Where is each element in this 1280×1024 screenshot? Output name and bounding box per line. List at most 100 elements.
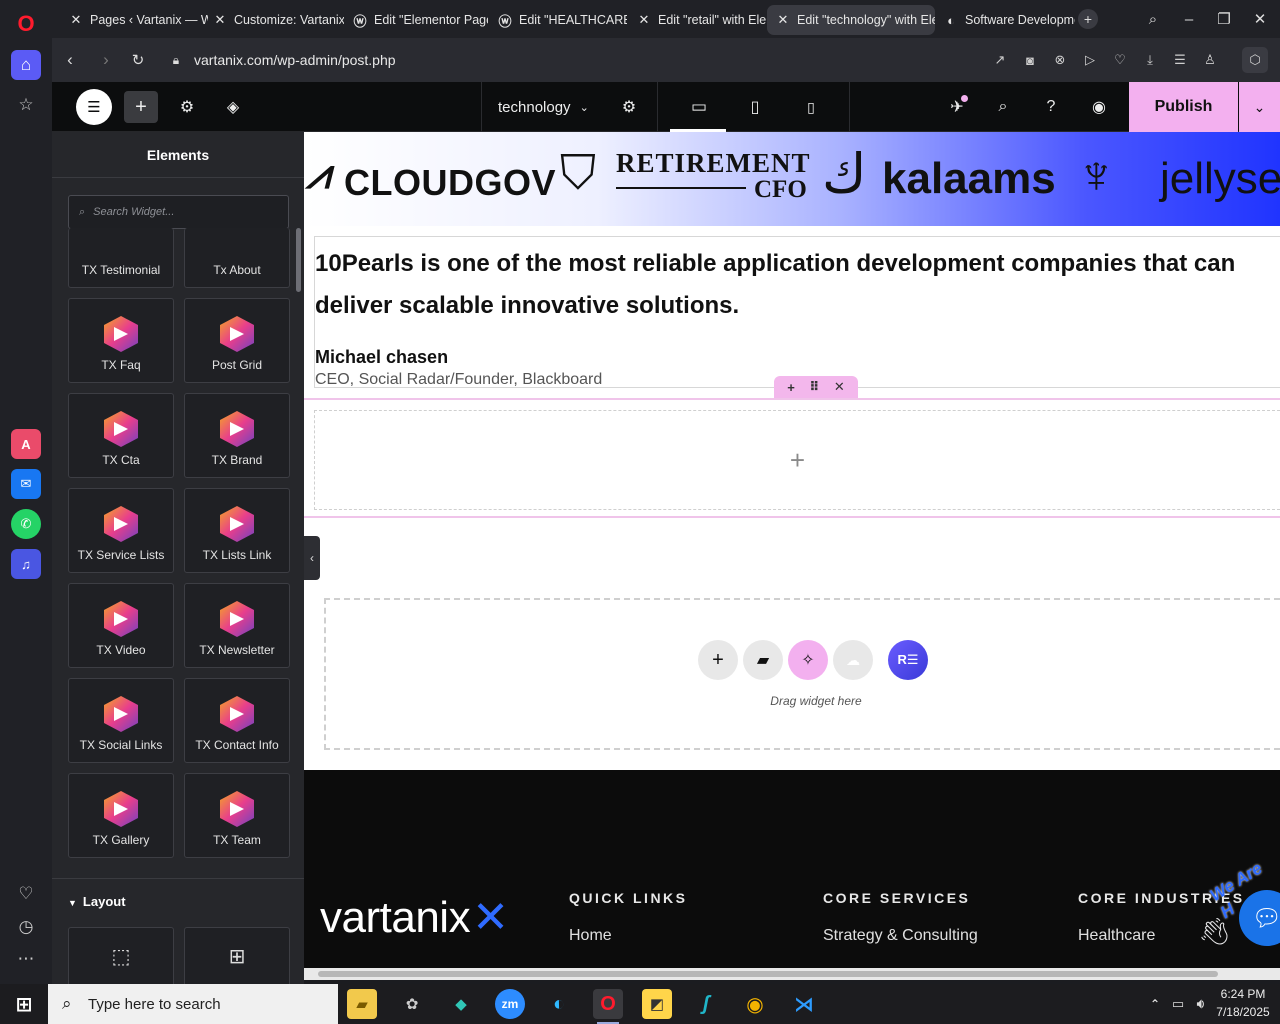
more-icon[interactable]: ⋯ bbox=[11, 944, 41, 974]
add-element-icon[interactable]: + bbox=[124, 91, 158, 123]
music-player-icon[interactable]: ♫ bbox=[11, 549, 41, 579]
file-explorer-icon[interactable]: ▰ bbox=[347, 989, 377, 1019]
tab-customize[interactable]: ✕ Customize: Vartanix | bbox=[204, 5, 344, 35]
testimonial-widget[interactable]: 10Pearls is one of the most reliable app… bbox=[314, 236, 1280, 388]
widget-tx-lists-link[interactable]: TX Lists Link bbox=[184, 488, 290, 573]
widget-tx-newsletter[interactable]: TX Newsletter bbox=[184, 583, 290, 668]
page-name-dropdown[interactable]: technology ⌄ bbox=[498, 91, 598, 123]
widget-search-input[interactable]: ⌕ Search Widget... bbox=[68, 195, 289, 229]
widget-tx-gallery[interactable]: TX Gallery bbox=[68, 773, 174, 858]
widget-grid[interactable]: ⊞ bbox=[184, 927, 290, 984]
cloud-templates-icon[interactable]: ☁ bbox=[833, 640, 873, 680]
taskbar-search-input[interactable]: ⌕ Type here to search bbox=[48, 984, 338, 1024]
chrome-icon[interactable]: ◉ bbox=[740, 989, 770, 1019]
section-handle[interactable]: + ⠿ ✕ bbox=[774, 376, 858, 398]
whatsapp-icon[interactable]: ✆ bbox=[11, 509, 41, 539]
camera-icon[interactable]: ◙ bbox=[1020, 50, 1040, 70]
maximize-icon[interactable]: ❐ bbox=[1212, 8, 1236, 30]
preview-eye-icon[interactable]: ◉ bbox=[1086, 91, 1112, 123]
reload-icon[interactable]: ↻ bbox=[126, 49, 150, 71]
widget-tx-contact-info[interactable]: TX Contact Info bbox=[184, 678, 290, 763]
widget-tx-social-links[interactable]: TX Social Links bbox=[68, 678, 174, 763]
royal-elementor-addons-icon[interactable]: R☰ bbox=[888, 640, 928, 680]
tab-search-icon[interactable]: ⌕ bbox=[1141, 8, 1165, 30]
add-section-dropzone[interactable]: + ▰ ✧ ☁ R☰ Drag widget here bbox=[324, 598, 1280, 750]
history-icon[interactable]: ◷ bbox=[11, 912, 41, 942]
windows-start-icon[interactable]: ⊞ bbox=[9, 989, 39, 1019]
widget-tx-service-lists[interactable]: TX Service Lists bbox=[68, 488, 174, 573]
collapse-panel-chevron-icon[interactable]: ‹ bbox=[304, 536, 320, 580]
url-field[interactable]: vartanix.com/wp-admin/post.php bbox=[194, 52, 396, 68]
layout-section-toggle[interactable]: ▼ Layout bbox=[68, 894, 126, 909]
share-icon[interactable]: ↗ bbox=[990, 50, 1010, 70]
chat-bubble-icon[interactable]: 💬︎ bbox=[1239, 890, 1280, 946]
minimize-icon[interactable]: – bbox=[1177, 8, 1201, 30]
tab-edit-technology[interactable]: ✕ Edit "technology" with Ele bbox=[767, 5, 935, 35]
add-new-container-button[interactable]: + bbox=[698, 640, 738, 680]
download-icon[interactable]: ⤓ bbox=[1140, 50, 1160, 70]
clock-date[interactable]: 7/18/2025 bbox=[1208, 1005, 1278, 1019]
tablet-view-icon[interactable]: ▯ bbox=[742, 91, 768, 123]
clock-time[interactable]: 6:24 PM bbox=[1208, 987, 1278, 1001]
sticky-notes-icon[interactable]: ◩ bbox=[642, 989, 672, 1019]
easy-setup-icon[interactable]: ☰ bbox=[1170, 50, 1190, 70]
structure-layers-icon[interactable]: ◈ bbox=[220, 91, 246, 123]
edge-browser-icon[interactable]: ◐ bbox=[544, 989, 574, 1019]
close-window-icon[interactable]: ✕ bbox=[1248, 8, 1272, 30]
tab-edit-healthcare[interactable]: ⓦ Edit "HEALTHCARE" bbox=[489, 5, 627, 35]
send-icon[interactable]: ▷ bbox=[1080, 50, 1100, 70]
widget-tx-brand[interactable]: TX Brand bbox=[184, 393, 290, 478]
ai-sparkle-icon[interactable]: ✧ bbox=[788, 640, 828, 680]
tab-edit-elementor-page[interactable]: ⓦ Edit "Elementor Page bbox=[344, 5, 488, 35]
aria-icon[interactable]: A bbox=[11, 429, 41, 459]
messenger-icon[interactable]: ✉ bbox=[11, 469, 41, 499]
favorite-heart-icon[interactable]: ♡ bbox=[1110, 50, 1130, 70]
forward-icon[interactable]: › bbox=[94, 49, 118, 71]
app-s-icon[interactable]: ʃ bbox=[691, 989, 721, 1019]
publish-options-chevron-icon[interactable]: ⌄ bbox=[1239, 82, 1280, 132]
app-icon[interactable]: ✿ bbox=[397, 989, 427, 1019]
add-widget-plus-icon[interactable]: + bbox=[790, 445, 805, 476]
tab-software-development[interactable]: ◐ Software Developme bbox=[935, 5, 1075, 35]
footer-link-strategy-consulting[interactable]: Strategy & Consulting bbox=[823, 927, 978, 945]
desktop-view-icon[interactable]: ▭ bbox=[686, 91, 712, 123]
scrollbar-thumb[interactable] bbox=[318, 971, 1218, 977]
profile-icon[interactable]: ♙ bbox=[1200, 50, 1220, 70]
tab-pages[interactable]: ✕ Pages ‹ Vartanix — W bbox=[60, 5, 208, 35]
finder-search-icon[interactable]: ⌕ bbox=[990, 91, 1016, 123]
opera-taskbar-icon[interactable]: O bbox=[593, 989, 623, 1019]
widget-tx-team[interactable]: TX Team bbox=[184, 773, 290, 858]
mobile-view-icon[interactable]: ▯ bbox=[798, 91, 824, 123]
help-icon[interactable]: ? bbox=[1038, 91, 1064, 123]
footer-link-home[interactable]: Home bbox=[569, 927, 612, 945]
widget-tx-video[interactable]: TX Video bbox=[68, 583, 174, 668]
canvas-horizontal-scrollbar[interactable] bbox=[304, 968, 1280, 980]
widget-post-grid[interactable]: Post Grid bbox=[184, 298, 290, 383]
adblock-icon[interactable]: ⊗ bbox=[1050, 50, 1070, 70]
star-icon[interactable]: ☆ bbox=[11, 90, 41, 120]
publish-button[interactable]: Publish bbox=[1129, 82, 1238, 132]
home-icon[interactable]: ⌂ bbox=[11, 50, 41, 80]
drag-handle-icon[interactable]: ⠿ bbox=[809, 379, 819, 395]
widget-tx-about[interactable]: Tx About bbox=[184, 228, 290, 288]
heart-icon[interactable]: ♡ bbox=[11, 879, 41, 909]
extensions-cube-icon[interactable]: ⬡ bbox=[1242, 47, 1268, 73]
vscode-icon[interactable]: ⋊ bbox=[789, 989, 819, 1019]
tab-edit-retail[interactable]: ✕ Edit "retail" with Elen bbox=[628, 5, 766, 35]
delete-section-icon[interactable]: ✕ bbox=[834, 379, 845, 395]
opera-logo-icon[interactable]: O bbox=[11, 9, 41, 39]
widget-tx-testimonial[interactable]: TX Testimonial bbox=[68, 228, 174, 288]
zoom-icon[interactable]: zm bbox=[495, 989, 525, 1019]
template-library-folder-icon[interactable]: ▰ bbox=[743, 640, 783, 680]
back-icon[interactable]: ‹ bbox=[58, 49, 82, 71]
elementor-logo-icon[interactable]: ☰ bbox=[76, 89, 112, 125]
app-diamond-icon[interactable]: ◆ bbox=[446, 989, 476, 1019]
footer-link-healthcare[interactable]: Healthcare bbox=[1078, 927, 1155, 945]
page-settings-gear-icon[interactable]: ⚙ bbox=[616, 91, 642, 123]
widget-tx-faq[interactable]: TX Faq bbox=[68, 298, 174, 383]
panel-scrollbar[interactable] bbox=[296, 228, 301, 292]
widget-tx-cta[interactable]: TX Cta bbox=[68, 393, 174, 478]
empty-column[interactable]: + bbox=[314, 410, 1280, 510]
site-settings-sliders-icon[interactable]: ⚙︎ bbox=[174, 91, 200, 123]
new-tab-icon[interactable]: + bbox=[1078, 9, 1098, 29]
